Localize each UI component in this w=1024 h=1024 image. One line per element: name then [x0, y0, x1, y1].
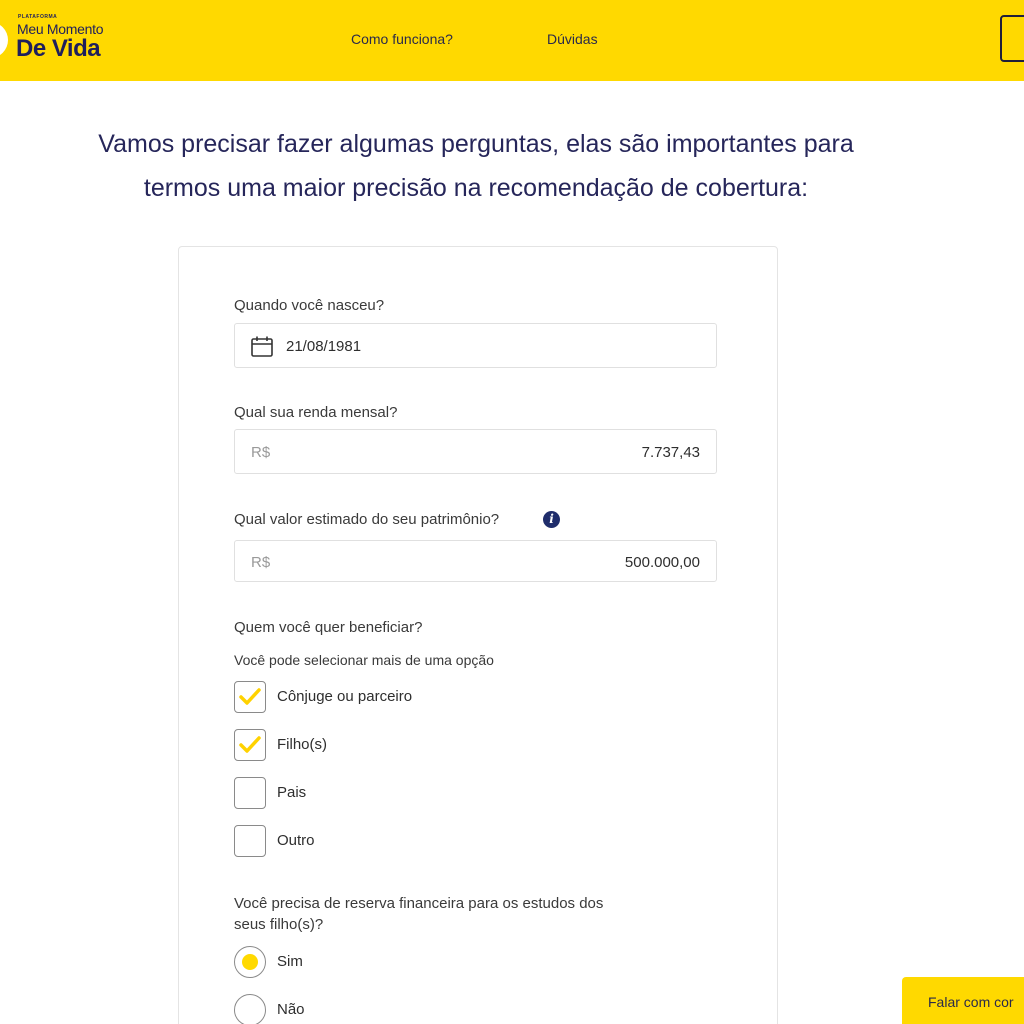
checkbox-filhos[interactable] — [234, 729, 266, 761]
chat-button[interactable]: Falar com cor — [902, 977, 1024, 1024]
education-label: Você precisa de reserva financeira para … — [234, 893, 603, 935]
education-label-line2: seus filho(s)? — [234, 916, 324, 933]
check-icon — [239, 736, 261, 753]
radio-label: Não — [277, 1001, 305, 1018]
option-pais[interactable]: Pais — [234, 777, 534, 809]
check-icon — [239, 688, 261, 705]
calendar-icon — [251, 336, 273, 357]
option-conjuge[interactable]: Cônjuge ou parceiro — [234, 681, 534, 713]
checkbox-conjuge[interactable] — [234, 681, 266, 713]
radio-label: Sim — [277, 953, 303, 970]
patrimony-field[interactable]: R$ 500.000,00 — [234, 540, 717, 582]
header-login-button[interactable] — [1000, 15, 1024, 62]
logo-mark — [0, 22, 8, 58]
option-label: Cônjuge ou parceiro — [277, 688, 413, 705]
birth-date-value: 21/08/1981 — [286, 338, 362, 355]
patrimony-prefix: R$ — [251, 554, 271, 571]
education-label-line1: Você precisa de reserva financeira para … — [234, 895, 604, 912]
option-label: Filho(s) — [277, 736, 328, 753]
nav-como-funciona[interactable]: Como funciona? — [351, 31, 453, 47]
intro-heading: Vamos precisar fazer algumas perguntas, … — [0, 122, 952, 210]
birth-date-field[interactable]: 21/08/1981 — [234, 323, 717, 368]
option-label: Outro — [277, 832, 315, 849]
logo-small-text: PLATAFORMA — [18, 14, 58, 20]
checkbox-pais[interactable] — [234, 777, 266, 809]
logo-line2[interactable]: De Vida — [16, 35, 101, 63]
intro-line2: termos uma maior precisão na recomendaçã… — [143, 174, 809, 202]
income-label: Qual sua renda mensal? — [234, 404, 398, 421]
radio-selected-dot — [242, 954, 258, 970]
option-outro[interactable]: Outro — [234, 825, 534, 857]
beneficiaries-hint: Você pode selecionar mais de uma opção — [234, 652, 494, 668]
intro-line1: Vamos precisar fazer algumas perguntas, … — [98, 130, 854, 158]
income-value: 7.737,43 — [641, 444, 700, 461]
income-prefix: R$ — [251, 444, 271, 461]
info-icon[interactable]: i — [543, 511, 560, 528]
birth-label: Quando você nasceu? — [234, 297, 385, 314]
patrimony-value: 500.000,00 — [624, 554, 700, 571]
radio-nao[interactable] — [234, 994, 266, 1024]
radio-sim-row[interactable]: Sim — [234, 946, 534, 978]
beneficiaries-label: Quem você quer beneficiar? — [234, 619, 423, 636]
option-label: Pais — [277, 784, 307, 801]
checkbox-outro[interactable] — [234, 825, 266, 857]
top-header: PLATAFORMA Meu Momento De Vida Como func… — [0, 0, 1024, 81]
patrimony-label: Qual valor estimado do seu patrimônio? — [234, 511, 500, 528]
nav-duvidas[interactable]: Dúvidas — [547, 31, 598, 47]
radio-sim[interactable] — [234, 946, 266, 978]
radio-nao-row[interactable]: Não — [234, 994, 534, 1024]
income-field[interactable]: R$ 7.737,43 — [234, 429, 717, 474]
option-filhos[interactable]: Filho(s) — [234, 729, 534, 761]
